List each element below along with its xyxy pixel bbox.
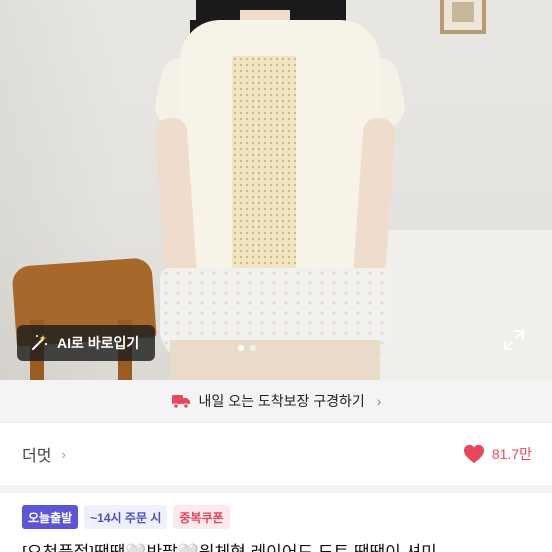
expand-icon[interactable] xyxy=(502,328,526,352)
shop-row: 더멋 › 81.7만 xyxy=(0,423,552,485)
section-separator xyxy=(0,485,552,493)
coupon-badge: 중복쿠폰 xyxy=(173,505,230,529)
ai-try-on-button[interactable]: AI로 바로입기 xyxy=(17,325,155,361)
carousel-dots xyxy=(238,345,256,351)
wall-frame xyxy=(440,0,486,34)
like-button[interactable]: 81.7만 xyxy=(463,444,532,464)
pants xyxy=(170,340,380,380)
badge-row: 오늘출발 ~14시 주문 시 중복쿠폰 xyxy=(22,505,230,529)
heart-icon xyxy=(463,444,484,464)
ai-try-on-label: AI로 바로입기 xyxy=(57,335,140,351)
shop-name: 더멋 xyxy=(22,448,52,465)
chevron-right-icon: › xyxy=(61,446,66,462)
magic-wand-icon xyxy=(32,335,48,350)
chevron-right-icon: › xyxy=(376,393,382,409)
today-shipping-badge: 오늘출발 xyxy=(22,505,79,529)
shop-link[interactable]: 더멋 › xyxy=(22,442,66,466)
carousel-dot[interactable] xyxy=(238,345,244,351)
order-time-badge: ~14시 주문 시 xyxy=(84,505,168,529)
truck-icon xyxy=(171,395,190,409)
dotted-top xyxy=(232,56,296,286)
product-title: [오천품절]땡땡🤍반팔🤍원체형 레이어드 도트 땡땡이 셔미 xyxy=(22,538,552,552)
product-image[interactable]: AI로 바로입기 xyxy=(0,0,552,380)
carousel-dot[interactable] xyxy=(250,345,256,351)
like-count: 81.7만 xyxy=(491,446,532,462)
delivery-banner-text: 내일 오는 도착보장 구경하기 xyxy=(198,393,365,409)
delivery-banner[interactable]: 내일 오는 도착보장 구경하기 › xyxy=(0,380,552,422)
